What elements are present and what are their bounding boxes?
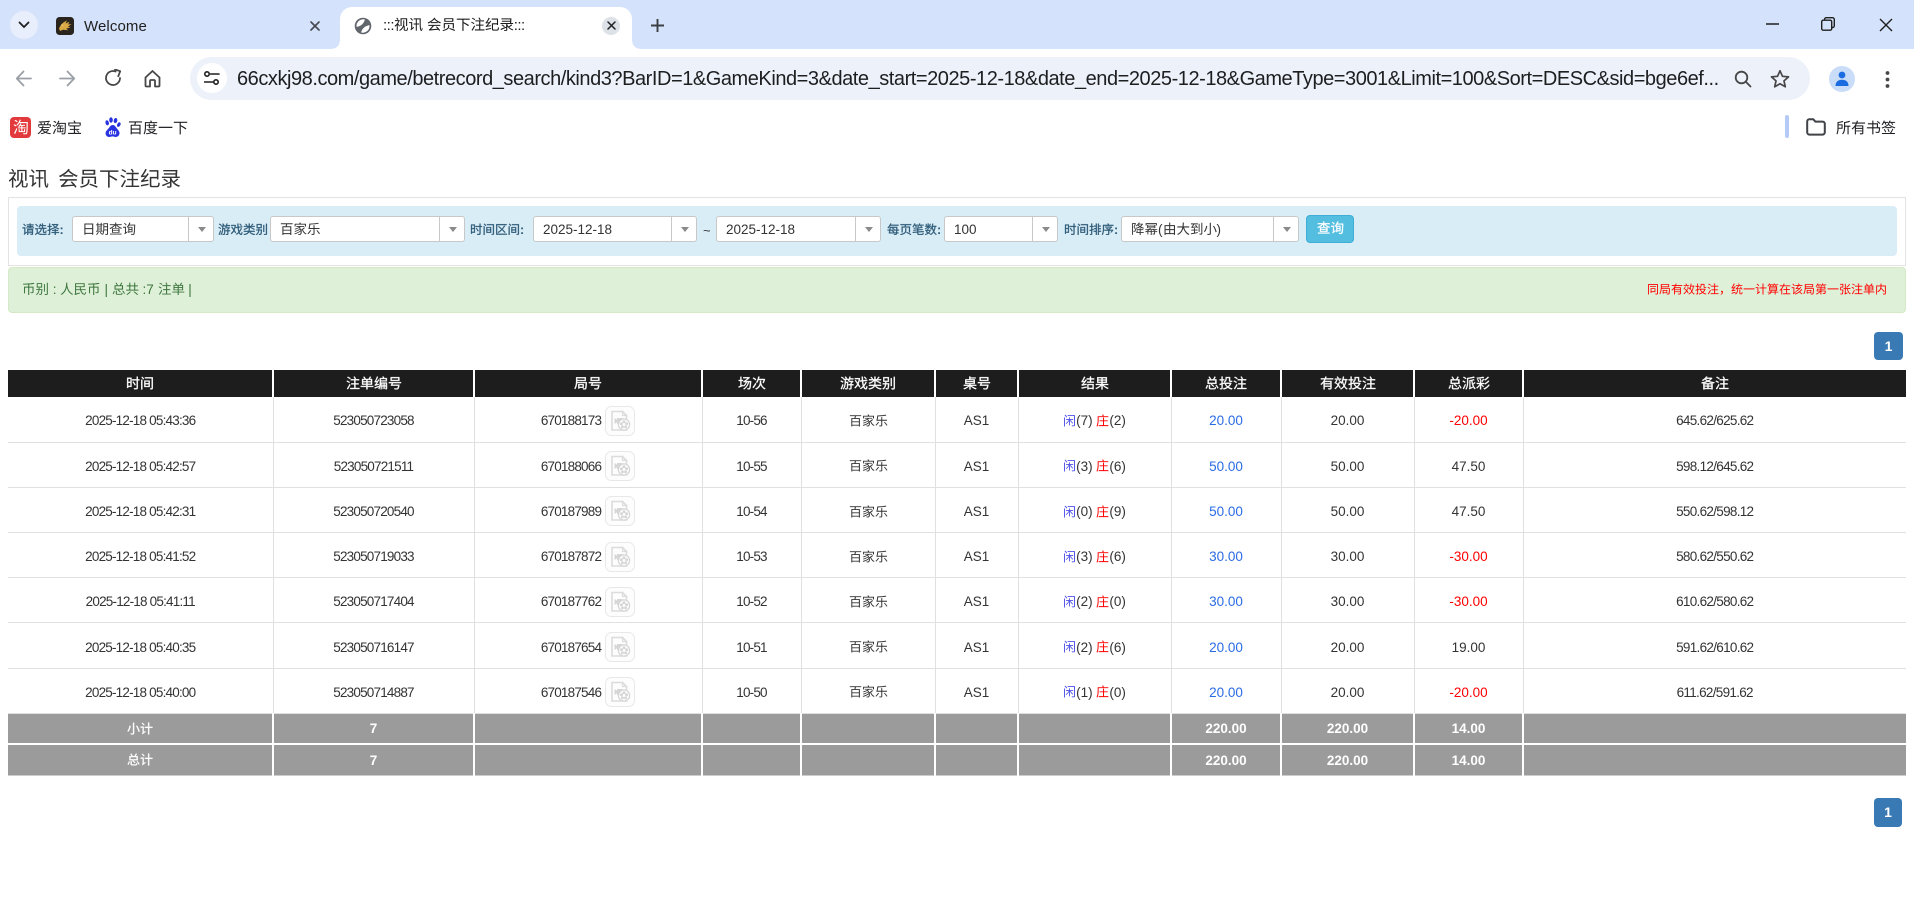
svg-text:du: du	[109, 129, 117, 136]
